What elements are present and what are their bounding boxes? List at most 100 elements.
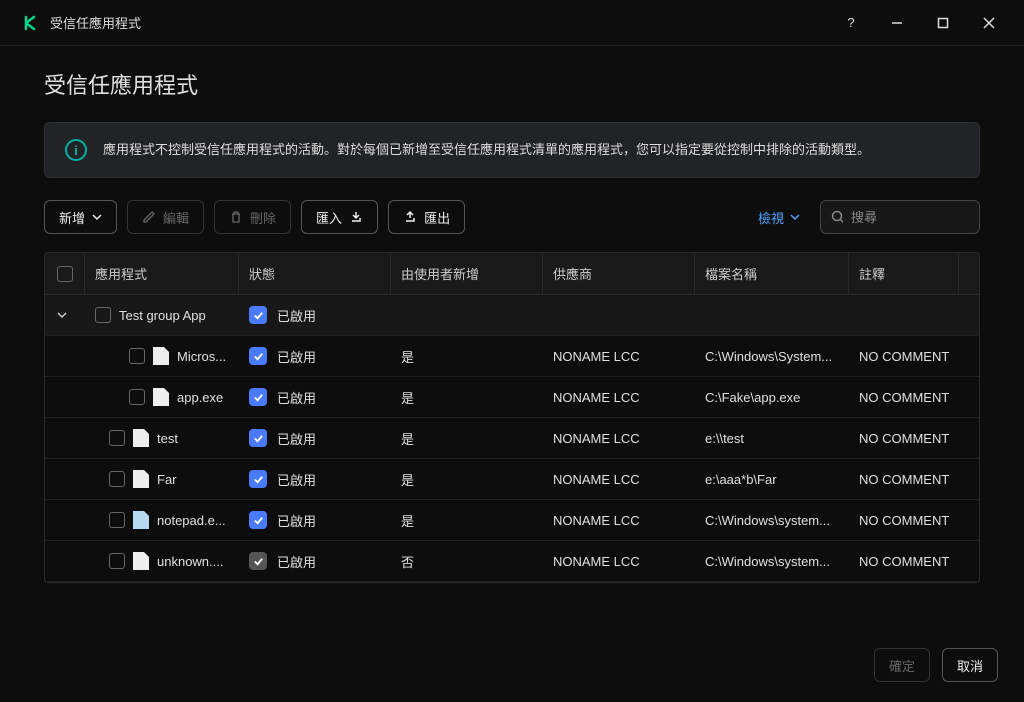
row-checkbox[interactable]: [129, 348, 145, 364]
help-button[interactable]: ?: [828, 0, 874, 46]
group-name: Test group App: [119, 308, 206, 323]
col-user-added[interactable]: 由使用者新增: [391, 253, 543, 294]
app-name: Far: [157, 472, 177, 487]
app-name: notepad.e...: [157, 513, 226, 528]
status-toggle[interactable]: [249, 552, 267, 570]
comment: NO COMMENT: [849, 472, 979, 487]
file-icon: [153, 388, 169, 406]
comment: NO COMMENT: [849, 513, 979, 528]
vendor: NONAME LCC: [543, 390, 695, 405]
info-banner: i 應用程式不控制受信任應用程式的活動。對於每個已新增至受信任應用程式清單的應用…: [44, 122, 980, 178]
app-name: unknown....: [157, 554, 224, 569]
edit-button: 編輯: [127, 200, 204, 234]
filename: e:\\test: [695, 431, 849, 446]
edit-label: 編輯: [163, 208, 189, 227]
add-button[interactable]: 新增: [44, 200, 117, 234]
filename: e:\aaa*b\Far: [695, 472, 849, 487]
row-checkbox[interactable]: [95, 307, 111, 323]
status-text: 已啟用: [277, 388, 316, 407]
status-toggle[interactable]: [249, 388, 267, 406]
header-check[interactable]: [45, 253, 85, 294]
delete-button: 刪除: [214, 200, 291, 234]
comment: NO COMMENT: [849, 554, 979, 569]
close-button[interactable]: [966, 0, 1012, 46]
table-row[interactable]: notepad.e... 已啟用 是 NONAME LCC C:\Windows…: [45, 500, 979, 541]
import-label: 匯入: [316, 208, 342, 227]
status-text: 已啟用: [277, 470, 316, 489]
file-icon: [133, 470, 149, 488]
row-checkbox[interactable]: [109, 553, 125, 569]
chevron-down-icon: [92, 212, 102, 222]
col-vendor[interactable]: 供應商: [543, 253, 695, 294]
vendor: NONAME LCC: [543, 513, 695, 528]
info-text: 應用程式不控制受信任應用程式的活動。對於每個已新增至受信任應用程式清單的應用程式…: [103, 140, 870, 160]
col-app[interactable]: 應用程式: [85, 253, 239, 294]
table-header: 應用程式 狀態 由使用者新增 供應商 檔案名稱 註釋: [45, 253, 979, 295]
search-input[interactable]: [851, 210, 969, 225]
pencil-icon: [142, 210, 156, 224]
minimize-button[interactable]: [874, 0, 920, 46]
view-dropdown[interactable]: 檢視: [758, 208, 800, 227]
status-toggle[interactable]: [249, 470, 267, 488]
table-row[interactable]: test 已啟用 是 NONAME LCC e:\\test NO COMMEN…: [45, 418, 979, 459]
row-checkbox[interactable]: [109, 471, 125, 487]
status-text: 已啟用: [277, 511, 316, 530]
user-added: 是: [391, 347, 543, 366]
expand-toggle[interactable]: [55, 307, 69, 323]
chevron-down-icon: [790, 212, 800, 222]
filename: C:\Windows\System...: [695, 349, 849, 364]
cancel-button[interactable]: 取消: [942, 648, 998, 682]
col-status[interactable]: 狀態: [239, 253, 391, 294]
user-added: 是: [391, 511, 543, 530]
delete-label: 刪除: [250, 208, 276, 227]
search-box[interactable]: [820, 200, 980, 234]
status-text: 已啟用: [277, 306, 316, 325]
maximize-button[interactable]: [920, 0, 966, 46]
file-icon: [153, 347, 169, 365]
table-row[interactable]: app.exe 已啟用 是 NONAME LCC C:\Fake\app.exe…: [45, 377, 979, 418]
row-checkbox[interactable]: [109, 430, 125, 446]
user-added: 是: [391, 470, 543, 489]
app-name: Micros...: [177, 349, 226, 364]
filename: C:\Windows\system...: [695, 554, 849, 569]
table-body: Test group App 已啟用 Micros... 已啟用 是 NONAM…: [45, 295, 979, 582]
user-added: 是: [391, 429, 543, 448]
status-toggle[interactable]: [249, 511, 267, 529]
add-label: 新增: [59, 208, 85, 227]
status-toggle[interactable]: [249, 429, 267, 447]
status-toggle[interactable]: [249, 306, 267, 324]
table-row[interactable]: Micros... 已啟用 是 NONAME LCC C:\Windows\Sy…: [45, 336, 979, 377]
trash-icon: [229, 210, 243, 224]
export-label: 匯出: [424, 208, 450, 227]
filename: C:\Fake\app.exe: [695, 390, 849, 405]
search-icon: [831, 210, 843, 224]
window-title: 受信任應用程式: [50, 13, 828, 32]
status-text: 已啟用: [277, 429, 316, 448]
col-comment[interactable]: 註釋: [849, 253, 959, 294]
comment: NO COMMENT: [849, 390, 979, 405]
status-toggle[interactable]: [249, 347, 267, 365]
app-name: app.exe: [177, 390, 223, 405]
select-all-checkbox[interactable]: [57, 266, 73, 282]
ok-button[interactable]: 確定: [874, 648, 930, 682]
file-icon: [133, 511, 149, 529]
page-title: 受信任應用程式: [44, 68, 980, 100]
import-button[interactable]: 匯入: [301, 200, 378, 234]
file-icon: [133, 429, 149, 447]
info-icon: i: [65, 139, 87, 161]
table-row[interactable]: unknown.... 已啟用 否 NONAME LCC C:\Windows\…: [45, 541, 979, 582]
vendor: NONAME LCC: [543, 349, 695, 364]
toolbar: 新增 編輯 刪除 匯入 匯出 檢視: [44, 200, 980, 234]
table: 應用程式 狀態 由使用者新增 供應商 檔案名稱 註釋 Test group Ap…: [44, 252, 980, 583]
table-row[interactable]: Far 已啟用 是 NONAME LCC e:\aaa*b\Far NO COM…: [45, 459, 979, 500]
group-row[interactable]: Test group App 已啟用: [45, 295, 979, 336]
import-icon: [349, 210, 363, 224]
app-logo-icon: [22, 14, 40, 32]
vendor: NONAME LCC: [543, 472, 695, 487]
col-filename[interactable]: 檔案名稱: [695, 253, 849, 294]
comment: NO COMMENT: [849, 431, 979, 446]
row-checkbox[interactable]: [109, 512, 125, 528]
export-button[interactable]: 匯出: [388, 200, 465, 234]
titlebar: 受信任應用程式 ?: [0, 0, 1024, 46]
row-checkbox[interactable]: [129, 389, 145, 405]
